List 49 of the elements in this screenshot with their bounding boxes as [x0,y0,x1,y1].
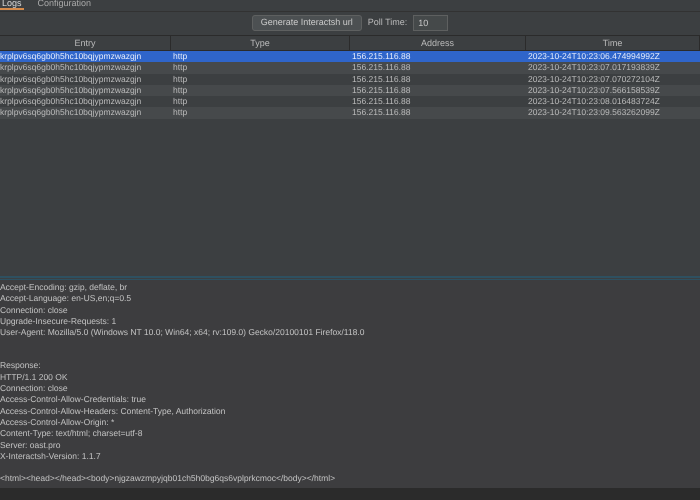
table-cell-text: krplpv6sq6gb0h5hc10bqjypmzwazgjn [0,51,142,62]
table-cell-text: 156.215.116.88 [351,107,412,119]
table-cell-text: http [172,96,188,108]
header-line: User-Agent: Mozilla/5.0 (Windows NT 10.0; Win64; x64; rv:109.0) Gecko/20100101 Firefox/118.0 [0,327,366,338]
table-cell-text: http [172,62,188,74]
table-cell-text: 156.215.116.88 [351,62,412,74]
header-line: Connection: close [0,304,69,316]
poll-time-label: Poll Time: [368,16,408,29]
header-line: Content-Type: text/html; charset=utf-8 [0,428,144,440]
header-line: Response: [0,360,42,372]
table-cell-text: http [172,107,188,119]
table-cell-text: 2023-10-24T10:23:07.017193839Z [527,62,661,74]
table-cell-text: 2023-10-24T10:23:06.474994992Z [527,51,661,62]
table-cell-text: 2023-10-24T10:23:07.070272104Z [527,74,661,85]
table-row[interactable]: krplpv6sq6gb0h5hc10bqjypmzwazgjn http 156.215.116.88 2023-10-24T10:23:08.016483724Z [0,96,700,108]
header-line: HTTP/1.1 200 OK [0,372,69,384]
table-cell-text: krplpv6sq6gb0h5hc10bqjypmzwazgjn [0,107,142,119]
header-line: Access-Control-Allow-Headers: Content-Type, Authorization [0,406,226,417]
table-row[interactable]: krplpv6sq6gb0h5hc10bqjypmzwazgjn http 156.215.116.88 2023-10-24T10:23:07.566158539Z [0,84,700,96]
table-row[interactable]: krplpv6sq6gb0h5hc10bqjypmzwazgjn http 156.215.116.88 2023-10-24T10:23:07.017193839Z [0,62,700,74]
table-cell-text: http [172,51,188,62]
table-cell-text: 156.215.116.88 [351,84,412,96]
table-cell-text: 2023-10-24T10:23:08.016483724Z [527,96,661,108]
header-line: Accept-Encoding: gzip, deflate, br [0,282,128,294]
table-cell-text: 156.215.116.88 [351,51,412,62]
tab[interactable]: Logs [0,0,24,10]
generate-url-button[interactable]: Generate Interactsh url [252,14,362,30]
header-line: X-Interactsh-Version: 1.1.7 [0,450,102,462]
header-line: Connection: close [0,383,69,394]
table-cell-text: krplpv6sq6gb0h5hc10bqjypmzwazgjn [0,84,142,96]
header-line: Accept-Language: en-US,en;q=0.5 [0,293,132,305]
response-body: <html><head></head><body>njgzawzmpyjqb01ch5h0bg6qs6vplprkcmoc</body></html> [0,473,336,484]
table-cell-text: http [172,74,188,85]
table-cell-text: 2023-10-24T10:23:09.563262099Z [527,107,661,119]
table-cell-text: 2023-10-24T10:23:07.566158539Z [527,84,661,96]
table-cell-text: 156.215.116.88 [351,74,412,85]
header-line: Access-Control-Allow-Credentials: true [0,394,147,406]
table-cell-text: krplpv6sq6gb0h5hc10bqjypmzwazgjn [0,74,142,85]
table-cell-text: http [172,84,188,96]
table-row[interactable]: krplpv6sq6gb0h5hc10bqjypmzwazgjn http 156.215.116.88 2023-10-24T10:23:06.474994992Z [0,51,700,62]
table-cell-text: krplpv6sq6gb0h5hc10bqjypmzwazgjn [0,62,142,74]
header-line: Access-Control-Allow-Origin: * [0,416,116,428]
table-cell-text: 156.215.116.88 [351,96,412,108]
poll-time-field[interactable]: 10 [413,14,448,30]
header-line: Server: oast.pro [0,440,62,451]
header-line: Upgrade-Insecure-Requests: 1 [0,316,118,328]
table-row[interactable]: krplpv6sq6gb0h5hc10bqjypmzwazgjn http 156.215.116.88 2023-10-24T10:23:07.070272104Z [0,74,700,85]
table-cell-text: krplpv6sq6gb0h5hc10bqjypmzwazgjn [0,96,142,108]
table-row[interactable]: krplpv6sq6gb0h5hc10bqjypmzwazgjn http 156.215.116.88 2023-10-24T10:23:09.563262099Z [0,107,700,119]
